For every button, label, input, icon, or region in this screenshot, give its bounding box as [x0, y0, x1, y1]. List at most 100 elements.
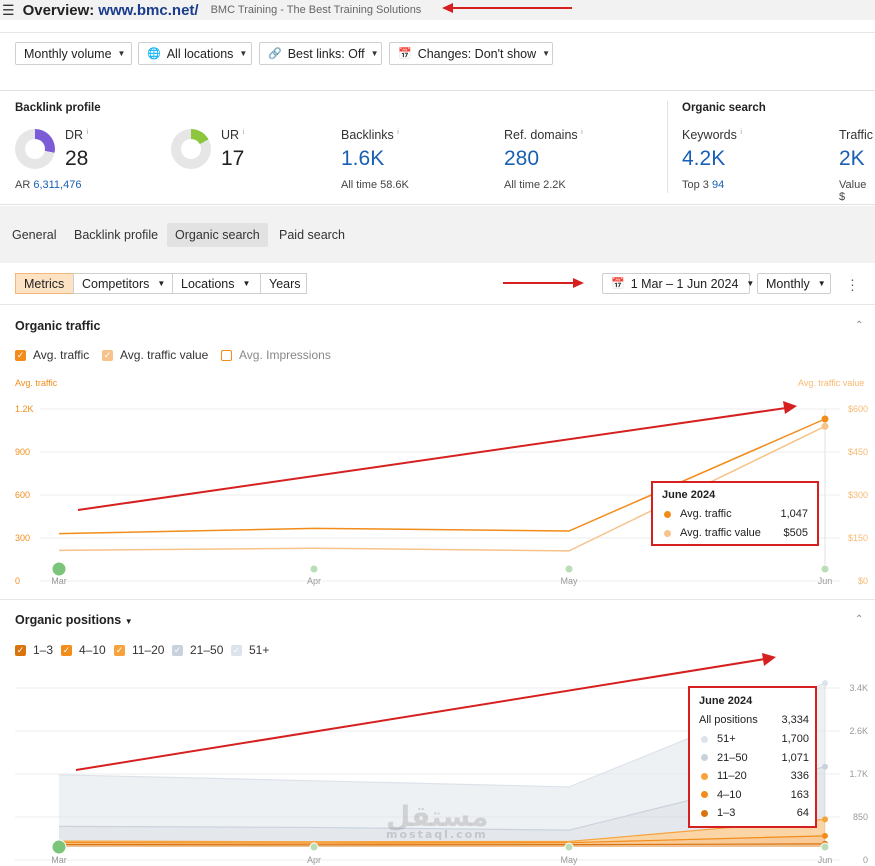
legend-pos-51-plus[interactable]: ✓ 51+: [231, 643, 269, 657]
years-button[interactable]: Years: [260, 273, 307, 294]
tab-paid-search[interactable]: Paid search: [271, 223, 353, 247]
info-icon[interactable]: i: [243, 129, 245, 136]
checkbox-checked-icon[interactable]: ✓: [15, 644, 26, 656]
site-link[interactable]: www.bmc.net/: [98, 2, 198, 19]
info-icon[interactable]: i: [397, 129, 399, 136]
right-tick-label: 850: [853, 812, 868, 822]
dr-label-text: DR: [65, 128, 84, 142]
collapse-chevron-icon[interactable]: ⌃: [855, 320, 863, 331]
checkbox-checked-icon[interactable]: ✓: [231, 644, 242, 656]
legend-avg-traffic-value-label: Avg. traffic value: [120, 348, 209, 362]
data-point: [822, 680, 828, 687]
legend-pos-1-3[interactable]: ✓ 1–3: [15, 643, 53, 657]
chevron-down-icon: ▼: [542, 49, 551, 58]
series-dot-icon: [701, 809, 708, 817]
checkbox-checked-icon[interactable]: ✓: [114, 644, 125, 656]
annotation-marker: [309, 564, 319, 574]
ur-label-text: UR: [221, 128, 240, 142]
arrow-head-icon: [762, 653, 776, 666]
changes-dropdown[interactable]: 📅 Changes: Don't show ▼: [389, 42, 553, 65]
legend-avg-traffic[interactable]: ✓ Avg. traffic: [15, 348, 89, 362]
metrics-button[interactable]: Metrics: [15, 273, 74, 294]
ur-donut-chart: [171, 129, 211, 169]
locations-dropdown[interactable]: 🌐 All locations ▼: [138, 42, 252, 65]
changes-label: Changes: Don't show: [417, 46, 537, 61]
competitors-dropdown[interactable]: Competitors ▼: [73, 273, 173, 294]
legend-avg-impressions[interactable]: Avg. Impressions: [221, 348, 331, 362]
tab-backlink-profile[interactable]: Backlink profile: [66, 223, 166, 247]
traffic-value[interactable]: 2K: [839, 147, 865, 171]
chevron-down-icon: ▼: [157, 279, 166, 288]
calendar-icon: 📅: [611, 278, 625, 290]
tooltip-total-row: All positions 3,334: [699, 714, 809, 726]
ur-label: UR i: [221, 128, 244, 142]
more-options-icon[interactable]: · · ·: [848, 272, 856, 296]
traffic-value-metric: Value $: [839, 179, 875, 203]
legend-pos-4-10[interactable]: ✓ 4–10: [61, 643, 106, 657]
checkbox-unchecked-icon[interactable]: [221, 349, 232, 361]
ref-domains-alltime: All time 2.2K: [504, 179, 566, 191]
info-icon[interactable]: i: [740, 129, 742, 136]
tooltip-row-label: Avg. traffic: [680, 508, 732, 520]
tooltip-row-label: Avg. traffic value: [680, 527, 761, 539]
ar-value[interactable]: 6,311,476: [33, 179, 81, 191]
legend-pos-21-50[interactable]: ✓ 21–50: [172, 643, 223, 657]
keywords-label: Keywords i: [682, 128, 742, 142]
chevron-down-icon: ▼: [242, 279, 251, 288]
legend-label: 1–3: [33, 643, 54, 657]
info-icon[interactable]: i: [581, 129, 583, 136]
alltime-value: 2.2K: [543, 179, 566, 191]
granularity-dropdown[interactable]: Monthly ▼: [757, 273, 831, 294]
collapse-chevron-icon[interactable]: ⌃: [855, 614, 863, 625]
best-links-label: Best links: Off: [287, 46, 365, 61]
series-dot-icon: [701, 754, 708, 761]
right-tick-label: $150: [848, 533, 868, 543]
top3-value[interactable]: 94: [712, 179, 724, 191]
checkbox-checked-icon[interactable]: ✓: [61, 644, 72, 656]
left-tick-label: 900: [15, 447, 30, 457]
tab-organic-search[interactable]: Organic search: [167, 223, 268, 247]
backlinks-label-text: Backlinks: [341, 128, 394, 142]
x-tick-label: Apr: [307, 855, 321, 865]
watermark-sub: mostaql.com: [386, 828, 488, 841]
keywords-label-text: Keywords: [682, 128, 737, 142]
right-tick-label: 0: [863, 855, 868, 865]
info-icon[interactable]: i: [87, 129, 89, 136]
volume-dropdown[interactable]: Monthly volume ▼: [15, 42, 132, 65]
x-tick-label: Mar: [51, 855, 67, 865]
organic-positions-title[interactable]: Organic positions ▼: [15, 613, 133, 627]
checkbox-checked-icon[interactable]: ✓: [102, 349, 113, 361]
checkbox-checked-icon[interactable]: ✓: [172, 644, 183, 656]
chevron-down-icon: ▼: [239, 49, 248, 58]
left-tick-label: 600: [15, 490, 30, 500]
checkbox-checked-icon[interactable]: ✓: [15, 349, 26, 361]
legend-avg-traffic-value[interactable]: ✓ Avg. traffic value: [102, 348, 208, 362]
panel-divider: [667, 101, 668, 193]
ref-domains-value[interactable]: 280: [504, 147, 539, 171]
best-links-dropdown[interactable]: 🔗 Best links: Off ▼: [259, 42, 382, 65]
x-tick-label: May: [560, 855, 578, 865]
ref-domains-label-text: Ref. domains: [504, 128, 578, 142]
annotation-arrow-2: [503, 278, 584, 288]
tooltip-row-value: $505: [783, 527, 808, 539]
locations-segment-dropdown[interactable]: Locations ▼: [172, 273, 261, 294]
dr-label: DR i: [65, 128, 88, 142]
right-axis-label: Avg. traffic value: [798, 378, 865, 388]
legend-pos-11-20[interactable]: ✓ 11–20: [114, 643, 164, 657]
tooltip-row-value: 1,071: [781, 751, 809, 764]
tooltip-row-label: 21–50: [717, 751, 748, 764]
annotation-marker: [820, 564, 830, 574]
left-tick-label: 1.2K: [15, 404, 34, 414]
annotation-marker: [820, 842, 830, 852]
menu-icon[interactable]: ☰: [2, 3, 15, 17]
x-tick-label: Jun: [818, 855, 833, 865]
tooltip-row-value: 64: [796, 807, 809, 819]
date-range-picker[interactable]: 📅 1 Mar – 1 Jun 2024 ▼: [602, 273, 754, 294]
tab-general[interactable]: General: [4, 223, 64, 247]
backlinks-value[interactable]: 1.6K: [341, 147, 384, 171]
page-title: Overview: www.bmc.net/: [23, 2, 199, 19]
calendar-icon: 📅: [398, 48, 412, 60]
data-point: [822, 763, 828, 770]
series-dot-icon: [701, 791, 708, 798]
keywords-value[interactable]: 4.2K: [682, 147, 725, 171]
